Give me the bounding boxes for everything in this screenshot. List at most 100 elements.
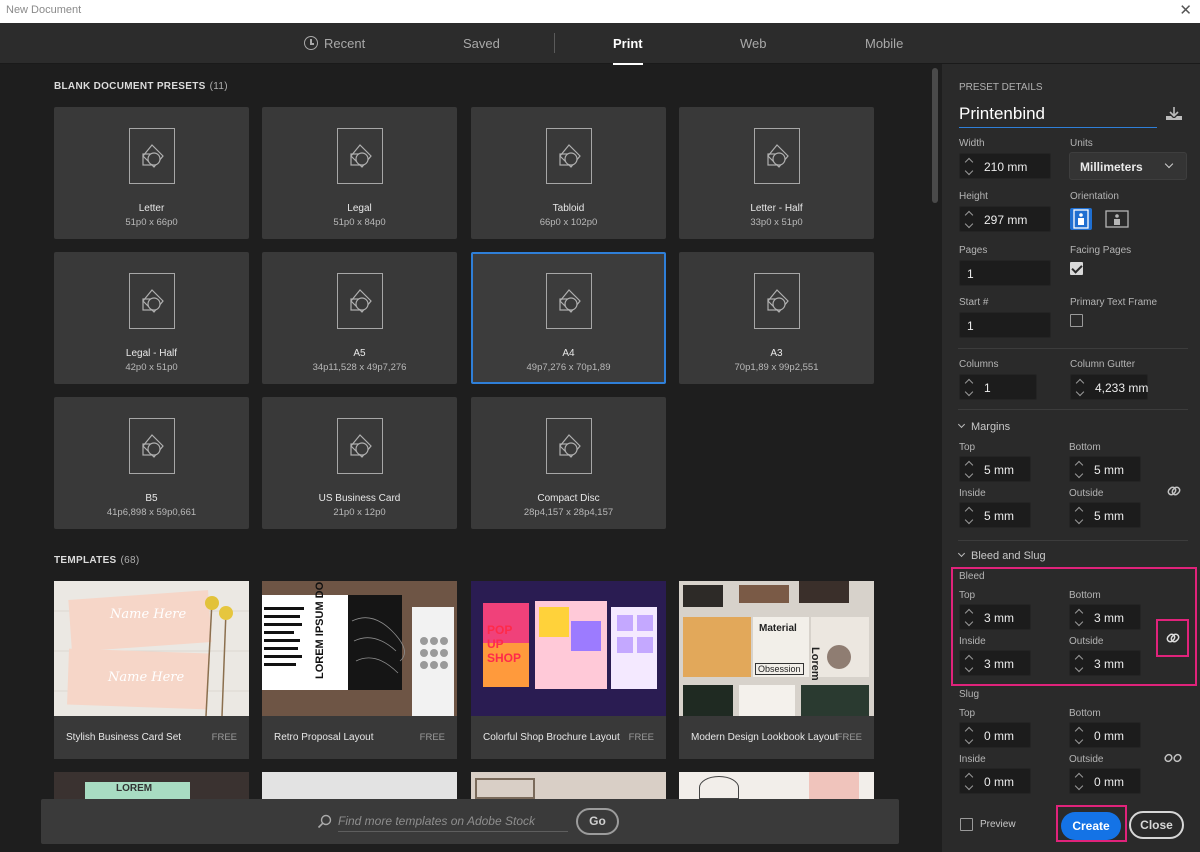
template-card-partial[interactable] — [262, 772, 457, 799]
template-card-partial[interactable] — [471, 772, 666, 799]
templates-count: (68) — [120, 555, 140, 566]
preview-checkbox[interactable] — [960, 818, 973, 831]
go-button[interactable]: Go — [576, 808, 619, 835]
units-dropdown[interactable]: Millimeters — [1069, 152, 1187, 180]
blank-presets-heading: BLANK DOCUMENT PRESETS (11) — [54, 81, 228, 92]
tab-print[interactable]: Print — [613, 36, 643, 65]
preset-card[interactable]: Legal 51p0 x 84p0 — [262, 107, 457, 239]
template-card-partial[interactable] — [679, 772, 874, 799]
landscape-orientation-button[interactable] — [1105, 208, 1129, 230]
clock-icon — [304, 36, 318, 50]
preset-size: 42p0 x 51p0 — [125, 362, 178, 373]
height-field[interactable]: 297 mm — [959, 206, 1051, 232]
bleed-top-stepper-icon[interactable] — [966, 608, 974, 626]
preset-card[interactable]: US Business Card 21p0 x 12p0 — [262, 397, 457, 529]
margin-outside-stepper-icon[interactable] — [1076, 506, 1084, 524]
bleed-outside-stepper-icon[interactable] — [1076, 654, 1084, 672]
preset-card[interactable]: A4 49p7,276 x 70p1,89 — [471, 252, 666, 384]
slug-outside-stepper-icon[interactable] — [1076, 772, 1084, 790]
template-name: Modern Design Lookbook Layout — [691, 732, 838, 743]
tab-saved[interactable]: Saved — [463, 36, 500, 51]
height-stepper-icon[interactable] — [966, 210, 974, 228]
slug-top-field[interactable]: 0 mm — [959, 722, 1031, 748]
margin-inside-field[interactable]: 5 mm — [959, 502, 1031, 528]
margin-bottom-stepper-icon[interactable] — [1076, 460, 1084, 478]
scrollbar-thumb[interactable] — [932, 68, 938, 203]
width-stepper-icon[interactable] — [966, 157, 974, 175]
primary-text-frame-checkbox[interactable] — [1070, 314, 1083, 327]
template-thumbnail: Material Obsession Lorem — [679, 581, 874, 716]
margin-top-field[interactable]: 5 mm — [959, 456, 1031, 482]
template-card[interactable]: Material Obsession Lorem Modern Design L… — [679, 581, 874, 759]
margin-top-stepper-icon[interactable] — [966, 460, 974, 478]
slug-top-stepper-icon[interactable] — [966, 726, 974, 744]
margin-inside-stepper-icon[interactable] — [966, 506, 974, 524]
bleed-bottom-stepper-icon[interactable] — [1076, 608, 1084, 626]
presets-scrollbar[interactable] — [932, 66, 938, 852]
preset-card[interactable]: Letter 51p0 x 66p0 — [54, 107, 249, 239]
width-field[interactable]: 210 mm — [959, 153, 1051, 179]
portrait-orientation-button[interactable] — [1070, 208, 1092, 230]
preset-card[interactable]: A5 34p11,528 x 49p7,276 — [262, 252, 457, 384]
chevron-down-icon — [1164, 159, 1174, 169]
preset-card[interactable]: A3 70p1,89 x 99p2,551 — [679, 252, 874, 384]
pages-label: Pages — [959, 245, 988, 256]
margins-section-toggle[interactable]: Margins — [957, 420, 1010, 433]
facing-pages-checkbox[interactable] — [1070, 262, 1083, 275]
column-gutter-field[interactable]: 4,233 mm — [1070, 374, 1148, 400]
chevron-down-icon — [957, 420, 966, 429]
document-icon — [546, 128, 592, 184]
columns-field[interactable]: 1 — [959, 374, 1037, 400]
slug-inside-stepper-icon[interactable] — [966, 772, 974, 790]
slug-bottom-stepper-icon[interactable] — [1076, 726, 1084, 744]
document-icon — [337, 418, 383, 474]
bleed-inside-field[interactable]: 3 mm — [959, 650, 1031, 676]
slug-bottom-field[interactable]: 0 mm — [1069, 722, 1141, 748]
template-card[interactable]: POP UP SHOP Colorful Shop Brochure Layou… — [471, 581, 666, 759]
preset-card[interactable]: Tabloid 66p0 x 102p0 — [471, 107, 666, 239]
primary-text-frame-label: Primary Text Frame — [1070, 297, 1158, 308]
save-preset-icon[interactable] — [1164, 106, 1184, 122]
slug-outside-field[interactable]: 0 mm — [1069, 768, 1141, 794]
slug-link-button[interactable] — [1160, 745, 1186, 771]
preset-card[interactable]: B5 41p6,898 x 59p0,661 — [54, 397, 249, 529]
template-card[interactable]: LOREM IPSUM DO Retro Proposal Layout FRE… — [262, 581, 457, 759]
columns-stepper-icon[interactable] — [966, 378, 974, 396]
template-card-partial[interactable]: LOREM — [54, 772, 249, 799]
preset-card[interactable]: Letter - Half 33p0 x 51p0 — [679, 107, 874, 239]
bleed-slug-section-toggle[interactable]: Bleed and Slug — [957, 549, 1046, 562]
preset-card[interactable]: Compact Disc 28p4,157 x 28p4,157 — [471, 397, 666, 529]
pages-field[interactable]: 1 — [959, 260, 1051, 286]
margin-outside-field[interactable]: 5 mm — [1069, 502, 1141, 528]
preset-name: US Business Card — [318, 493, 401, 504]
bleed-link-button[interactable] — [1160, 625, 1186, 651]
slug-top-value: 0 mm — [984, 729, 1014, 743]
preset-card[interactable]: Legal - Half 42p0 x 51p0 — [54, 252, 249, 384]
bleed-outside-field[interactable]: 3 mm — [1069, 650, 1141, 676]
tab-mobile[interactable]: Mobile — [865, 36, 903, 51]
slug-inside-field[interactable]: 0 mm — [959, 768, 1031, 794]
template-thumb-text: Name Here — [108, 670, 185, 685]
template-card[interactable]: Name Here Name Here Stylish Business Car… — [54, 581, 249, 759]
stock-search-input[interactable] — [338, 810, 568, 832]
document-icon — [546, 418, 592, 474]
bleed-bottom-value: 3 mm — [1094, 611, 1124, 625]
column-gutter-stepper-icon[interactable] — [1077, 378, 1085, 396]
margins-link-button[interactable] — [1161, 478, 1187, 504]
close-button[interactable]: Close — [1129, 811, 1184, 839]
window-close-icon[interactable]: ✕ — [1179, 1, 1192, 19]
column-gutter-label: Column Gutter — [1070, 359, 1136, 370]
start-page-field[interactable]: 1 — [959, 312, 1051, 338]
bleed-inside-stepper-icon[interactable] — [966, 654, 974, 672]
create-button[interactable]: Create — [1061, 812, 1121, 840]
preset-details-panel: PRESET DETAILS Printenbind Width 210 mm … — [942, 64, 1200, 852]
template-free-badge: FREE — [628, 732, 654, 743]
tab-web[interactable]: Web — [740, 36, 767, 51]
bleed-bottom-field[interactable]: 3 mm — [1069, 604, 1141, 630]
preset-name-input[interactable]: Printenbind — [959, 104, 1157, 128]
margin-bottom-field[interactable]: 5 mm — [1069, 456, 1141, 482]
margin-inside-label: Inside — [959, 488, 986, 499]
bleed-top-field[interactable]: 3 mm — [959, 604, 1031, 630]
tab-recent[interactable]: Recent — [304, 36, 365, 51]
category-tabs: Recent Saved Print Web Mobile — [0, 23, 1200, 65]
